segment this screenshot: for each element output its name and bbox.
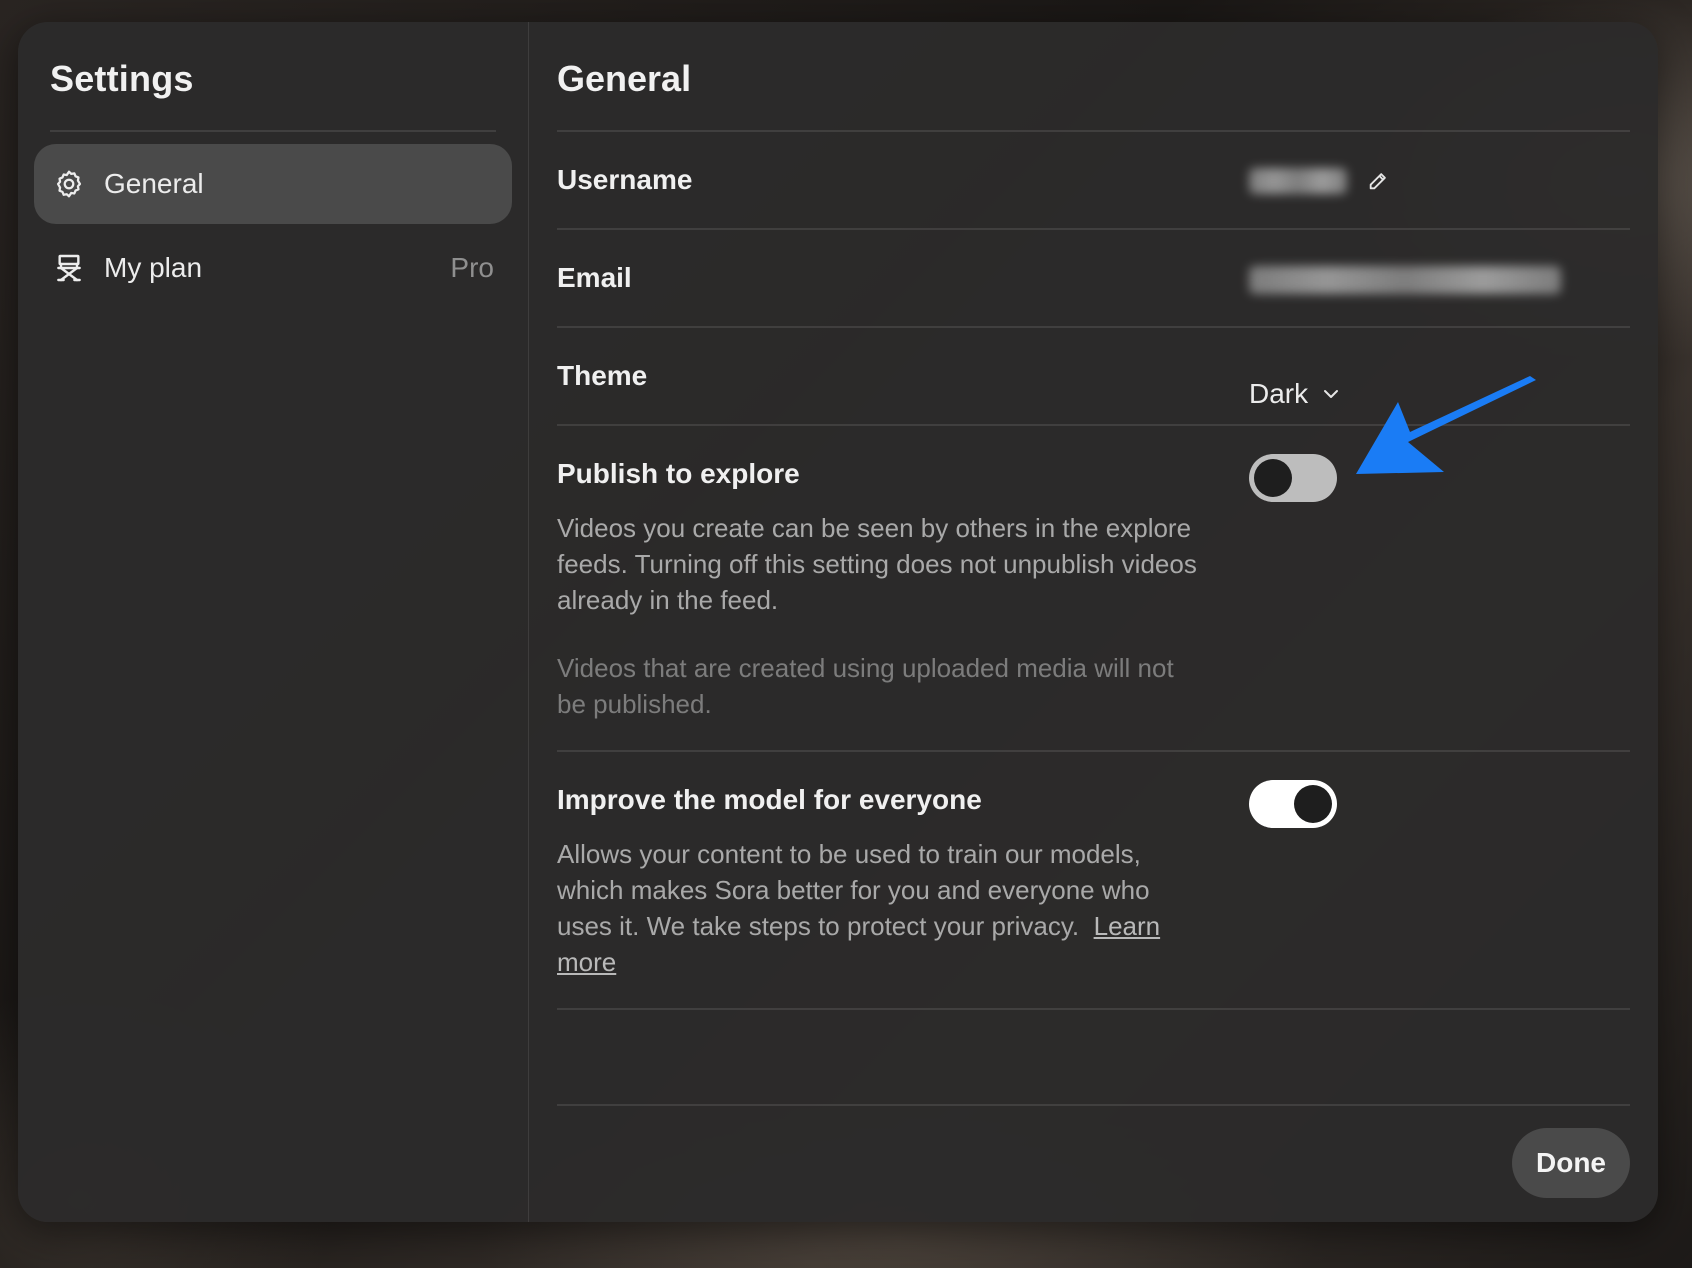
gear-icon	[52, 167, 86, 201]
settings-content: General Username Email Theme Dark Publis…	[529, 22, 1658, 1222]
sidebar-divider	[50, 130, 496, 132]
settings-dialog: Settings General My plan Pro General Use…	[18, 22, 1658, 1222]
theme-label: Theme	[557, 360, 648, 391]
improve-label: Improve the model for everyone	[557, 784, 982, 815]
username-redacted	[1249, 168, 1347, 194]
improve-description: Allows your content to be used to train …	[557, 836, 1197, 980]
pointer-arrow-icon	[1356, 376, 1536, 474]
settings-sidebar: Settings General My plan Pro	[18, 22, 529, 1222]
divider	[557, 1008, 1630, 1010]
email-value	[1249, 266, 1561, 294]
improve-description-text: Allows your content to be used to train …	[557, 839, 1150, 941]
sidebar-item-general[interactable]: General	[34, 144, 512, 224]
improve-toggle[interactable]	[1249, 780, 1337, 828]
divider	[557, 750, 1630, 752]
done-button[interactable]: Done	[1512, 1128, 1630, 1198]
sidebar-item-my-plan[interactable]: My plan Pro	[34, 228, 512, 308]
pencil-icon[interactable]	[1367, 170, 1389, 192]
publish-label: Publish to explore	[557, 458, 800, 489]
chevron-down-icon	[1324, 390, 1339, 398]
page-title: General	[557, 58, 692, 99]
username-value	[1249, 168, 1389, 194]
publish-description: Videos you create can be seen by others …	[557, 513, 1197, 615]
publish-note: Videos that are created using uploaded m…	[557, 653, 1174, 719]
sidebar-title: Settings	[50, 58, 194, 99]
divider	[557, 130, 1630, 132]
username-label: Username	[557, 164, 693, 195]
theme-select[interactable]: Dark	[1249, 378, 1340, 410]
footer-divider	[557, 1104, 1630, 1106]
email-label: Email	[557, 262, 632, 293]
publish-toggle[interactable]	[1249, 454, 1337, 502]
director-chair-icon	[52, 251, 86, 285]
theme-value: Dark	[1249, 378, 1309, 409]
email-redacted	[1249, 266, 1561, 294]
plan-badge: Pro	[450, 252, 494, 283]
sidebar-item-label: My plan	[104, 252, 203, 283]
toggle-knob	[1294, 785, 1332, 823]
toggle-knob	[1254, 459, 1292, 497]
sidebar-item-label: General	[104, 168, 204, 199]
divider	[557, 326, 1630, 328]
divider	[557, 228, 1630, 230]
